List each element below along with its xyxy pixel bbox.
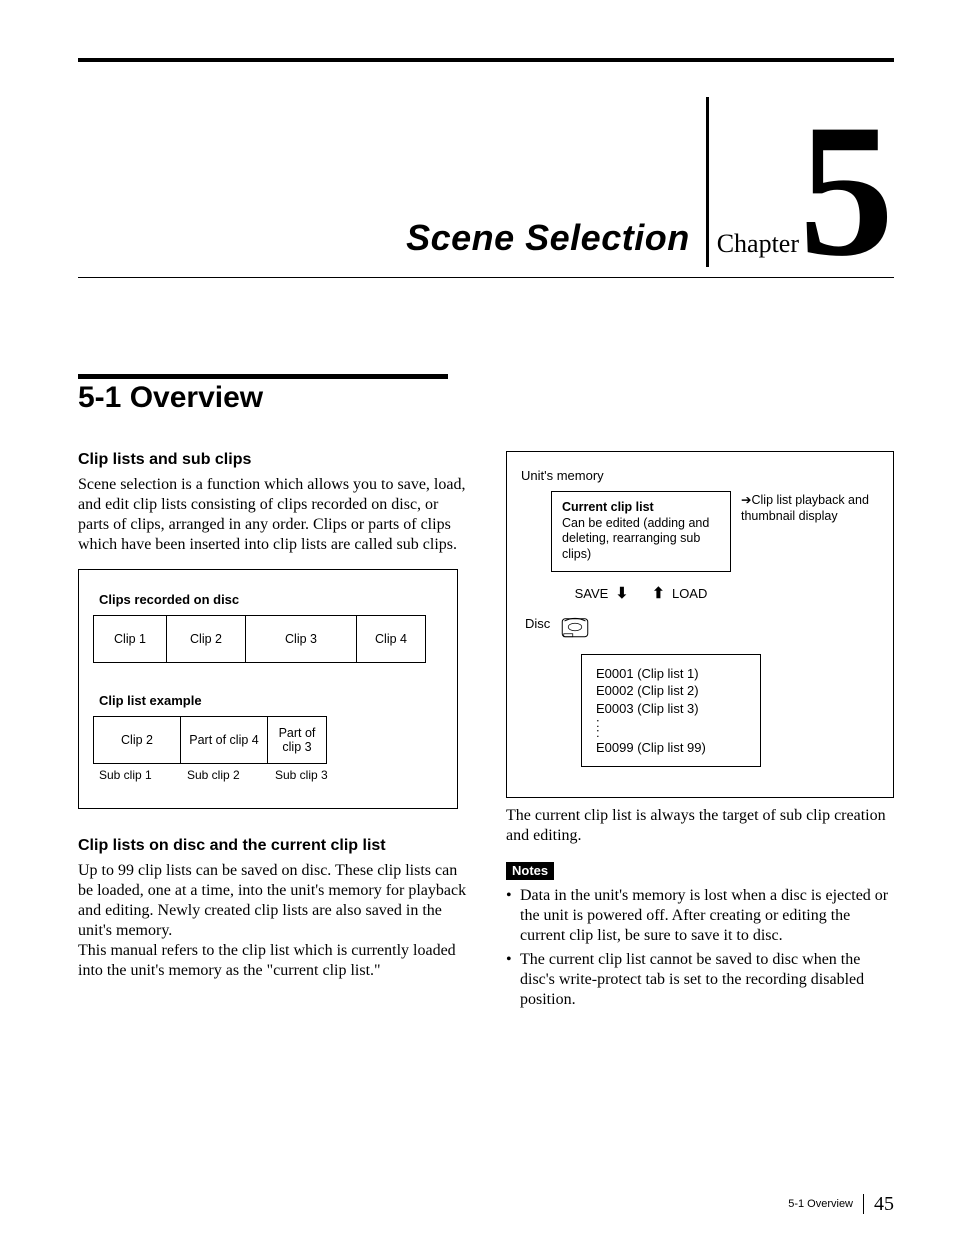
para-current-target: The current clip list is always the targ… bbox=[506, 806, 894, 846]
subhead-clip-lists: Clip lists and sub clips bbox=[78, 451, 470, 469]
save-load-arrows: SAVE ⬇ ⬆ LOAD bbox=[551, 584, 731, 602]
chapter-number: 5 bbox=[799, 106, 894, 277]
arrow-up-icon: ⬆ bbox=[652, 585, 665, 602]
list-item: E0002 (Clip list 2) bbox=[596, 682, 746, 700]
clip-cell: Clip 2 bbox=[166, 615, 246, 663]
para-up-to-99: Up to 99 clip lists can be saved on disc… bbox=[78, 861, 470, 941]
sub-label: Sub clip 1 bbox=[93, 768, 181, 782]
disc-icon bbox=[560, 614, 590, 640]
note-item: The current clip list cannot be saved to… bbox=[506, 950, 894, 1010]
note-item: Data in the unit's memory is lost when a… bbox=[506, 886, 894, 946]
vertical-dots-icon: : bbox=[596, 729, 746, 737]
clip-cell: Clip 3 bbox=[245, 615, 357, 663]
section-rule bbox=[78, 374, 448, 379]
page-number: 45 bbox=[863, 1194, 894, 1214]
current-clip-list-box: Current clip list Can be edited (adding … bbox=[551, 491, 731, 572]
section-title-text: Overview bbox=[130, 381, 263, 414]
notes-list: Data in the unit's memory is lost when a… bbox=[506, 886, 894, 1010]
page-footer: 5-1 Overview 45 bbox=[788, 1194, 894, 1214]
right-arrow-icon: ➔ bbox=[741, 493, 751, 507]
left-column: Clip lists and sub clips Scene selection… bbox=[78, 451, 470, 1014]
section-heading: 5-1 Overview bbox=[78, 381, 894, 415]
sub-label: Sub clip 3 bbox=[269, 768, 339, 782]
right-column: Unit's memory Current clip list Can be e… bbox=[506, 451, 894, 1014]
section-number: 5-1 bbox=[78, 381, 121, 414]
subhead-disc-current: Clip lists on disc and the current clip … bbox=[78, 837, 470, 855]
notes-badge: Notes bbox=[506, 862, 554, 880]
load-label: LOAD bbox=[672, 586, 707, 601]
sub-label: Sub clip 2 bbox=[181, 768, 269, 782]
clip-cell: Clip 4 bbox=[356, 615, 426, 663]
figure-caption-a: Clips recorded on disc bbox=[99, 592, 443, 607]
para-scene-selection: Scene selection is a function which allo… bbox=[78, 475, 470, 555]
clip-row-recorded: Clip 1 Clip 2 Clip 3 Clip 4 bbox=[93, 615, 443, 663]
arrow-down-icon: ⬇ bbox=[616, 585, 629, 602]
current-clip-list-title: Current clip list bbox=[562, 500, 720, 516]
clip-list-file-box: E0001 (Clip list 1) E0002 (Clip list 2) … bbox=[581, 654, 761, 768]
save-label: SAVE bbox=[575, 586, 609, 601]
list-item: E0001 (Clip list 1) bbox=[596, 665, 746, 683]
header-divider bbox=[706, 97, 709, 267]
clip-row-example: Clip 2 Part of clip 4 Part of clip 3 bbox=[93, 716, 443, 764]
clip-cell: Clip 1 bbox=[93, 615, 167, 663]
figure-memory-disc: Unit's memory Current clip list Can be e… bbox=[506, 451, 894, 798]
chapter-word: Chapter bbox=[717, 229, 799, 258]
clip-cell: Part of clip 4 bbox=[180, 716, 268, 764]
figure-caption-b: Clip list example bbox=[99, 693, 443, 708]
sub-clip-labels: Sub clip 1 Sub clip 2 Sub clip 3 bbox=[93, 768, 443, 782]
clip-list-playback-text: ➔Clip list playback and thumbnail displa… bbox=[741, 491, 871, 572]
chapter-header: Scene Selection Chapter 5 bbox=[78, 58, 894, 278]
vertical-dots-icon: : bbox=[596, 719, 746, 727]
current-clip-list-body: Can be edited (adding and deleting, rear… bbox=[562, 516, 720, 563]
figure-clips: Clips recorded on disc Clip 1 Clip 2 Cli… bbox=[78, 569, 458, 809]
disc-label: Disc bbox=[525, 614, 550, 631]
units-memory-label: Unit's memory bbox=[521, 468, 879, 483]
list-item: E0003 (Clip list 3) bbox=[596, 700, 746, 718]
clip-cell: Clip 2 bbox=[93, 716, 181, 764]
list-item: E0099 (Clip list 99) bbox=[596, 739, 746, 757]
chapter-title: Scene Selection bbox=[406, 217, 690, 258]
para-manual-refers: This manual refers to the clip list whic… bbox=[78, 941, 470, 981]
clip-cell: Part of clip 3 bbox=[267, 716, 327, 764]
footer-section: 5-1 Overview bbox=[788, 1198, 853, 1210]
